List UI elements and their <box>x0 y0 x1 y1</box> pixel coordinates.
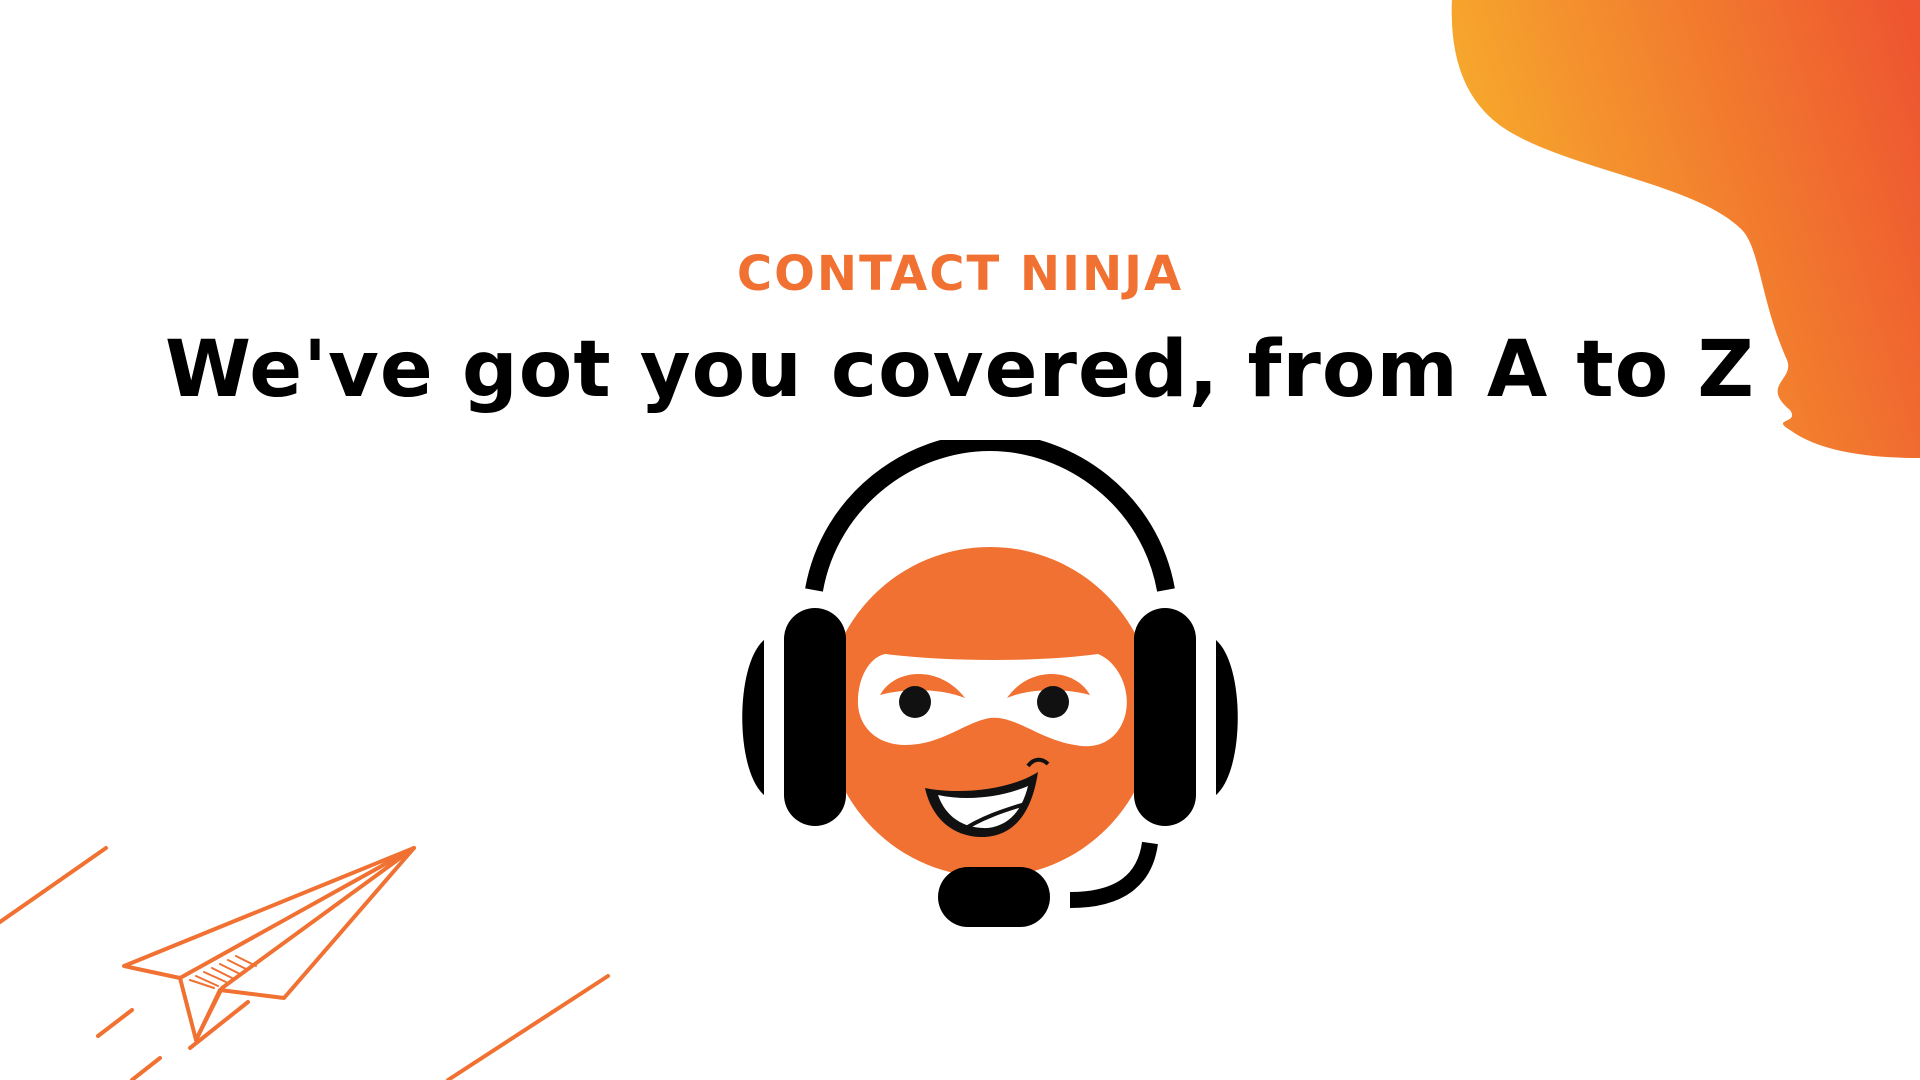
page-title: We've got you covered, from A to Z <box>164 325 1755 415</box>
microphone-arm <box>1069 841 1158 908</box>
ninja-mascot-illustration <box>742 440 1238 927</box>
eyebrow-label: CONTACT NINJA <box>736 246 1184 302</box>
microphone <box>938 867 1050 927</box>
right-eye <box>1037 686 1069 718</box>
left-eye <box>899 686 931 718</box>
paper-plane-icon <box>0 846 610 1080</box>
right-earcup <box>1134 608 1196 826</box>
left-earcup <box>784 608 846 826</box>
page: CONTACT NINJA We've got you covered, fro… <box>0 0 1920 1080</box>
